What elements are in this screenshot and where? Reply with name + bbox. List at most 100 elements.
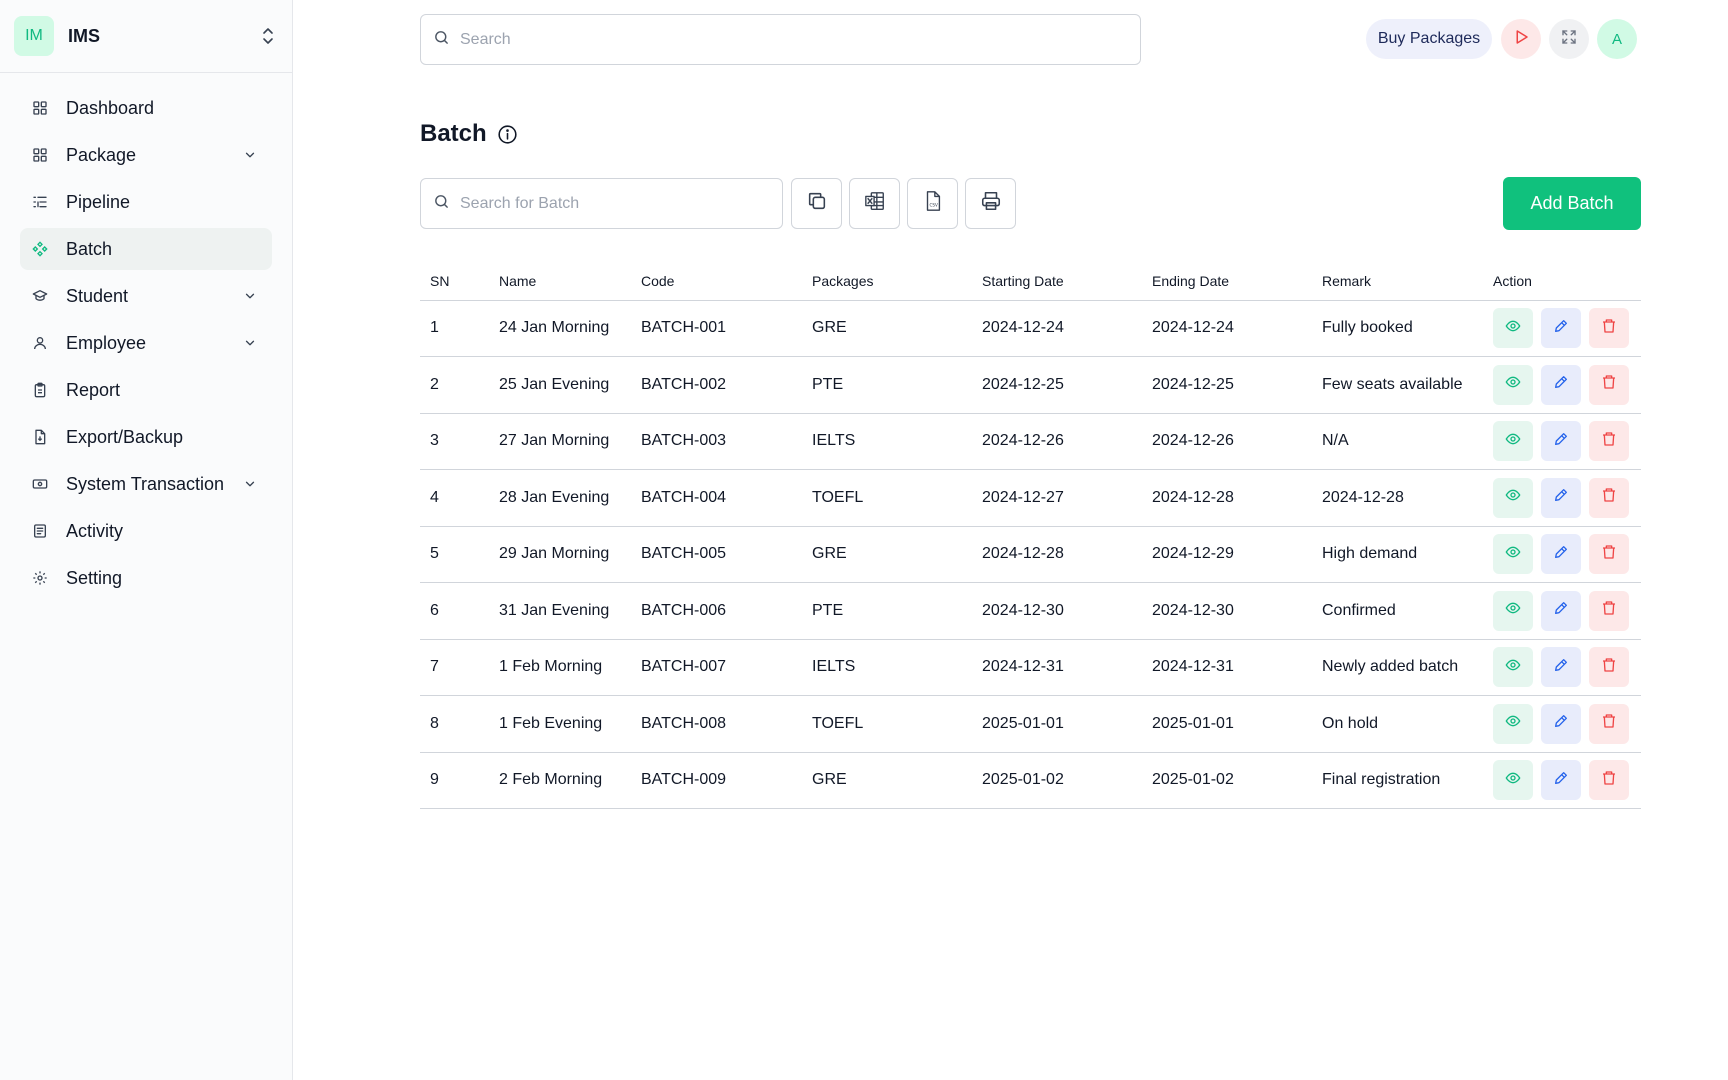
info-icon[interactable]	[497, 124, 518, 145]
global-search[interactable]	[420, 14, 1141, 65]
cell-name: 1 Feb Evening	[489, 695, 631, 753]
column-header: Packages	[802, 262, 972, 301]
cell-actions	[1483, 752, 1641, 809]
column-header: Action	[1483, 262, 1641, 301]
sidebar-item-student[interactable]: Student	[20, 275, 272, 317]
brand-switcher[interactable]: IM IMS	[0, 0, 292, 73]
view-button[interactable]	[1493, 760, 1533, 801]
cell-name: 2 Feb Morning	[489, 752, 631, 809]
view-button[interactable]	[1493, 477, 1533, 518]
sidebar-item-export-backup[interactable]: Export/Backup	[20, 416, 272, 458]
cell-package: GRE	[802, 300, 972, 357]
pencil-icon	[1553, 544, 1569, 565]
edit-button[interactable]	[1541, 760, 1581, 801]
edit-button[interactable]	[1541, 308, 1581, 349]
cell-start-date: 2024-12-24	[972, 300, 1142, 357]
cell-end-date: 2024-12-26	[1142, 413, 1312, 470]
cell-code: BATCH-009	[631, 752, 802, 809]
chevron-down-icon[interactable]	[242, 476, 258, 492]
chevron-down-icon[interactable]	[242, 147, 258, 163]
sidebar-item-setting[interactable]: Setting	[20, 557, 272, 599]
global-search-input[interactable]	[460, 30, 1128, 49]
sidebar-item-employee[interactable]: Employee	[20, 322, 272, 364]
edit-button[interactable]	[1541, 364, 1581, 405]
user-icon	[32, 335, 48, 351]
copy-button[interactable]	[791, 178, 842, 229]
export-excel-button[interactable]	[849, 178, 900, 229]
edit-button[interactable]	[1541, 703, 1581, 744]
edit-button[interactable]	[1541, 534, 1581, 575]
add-batch-button[interactable]: Add Batch	[1503, 177, 1641, 230]
batch-search-input[interactable]	[460, 194, 770, 213]
cell-end-date: 2025-01-01	[1142, 695, 1312, 753]
delete-button[interactable]	[1589, 308, 1629, 349]
brand-logo: IM	[14, 16, 54, 56]
buy-packages-button[interactable]: Buy Packages	[1366, 19, 1492, 59]
sidebar-item-label: Student	[66, 285, 129, 306]
eye-icon	[1505, 318, 1521, 339]
eye-icon	[1505, 374, 1521, 395]
column-header: Code	[631, 262, 802, 301]
pencil-icon	[1553, 318, 1569, 339]
edit-button[interactable]	[1541, 590, 1581, 631]
cell-end-date: 2024-12-29	[1142, 526, 1312, 583]
pencil-icon	[1553, 431, 1569, 452]
chevrons-up-down-icon[interactable]	[260, 26, 276, 46]
sidebar-item-label: Employee	[66, 332, 147, 353]
view-button[interactable]	[1493, 647, 1533, 688]
view-button[interactable]	[1493, 534, 1533, 575]
pencil-icon	[1553, 657, 1569, 678]
view-button[interactable]	[1493, 703, 1533, 744]
sidebar-item-activity[interactable]: Activity	[20, 510, 272, 552]
edit-button[interactable]	[1541, 477, 1581, 518]
chevron-down-icon[interactable]	[242, 335, 258, 351]
export-csv-button[interactable]: CSV	[907, 178, 958, 229]
chevron-down-icon[interactable]	[242, 288, 258, 304]
sidebar-item-batch[interactable]: Batch	[20, 228, 272, 270]
activity-log-icon	[32, 523, 48, 539]
cell-sn: 6	[420, 582, 489, 640]
file-export-icon	[32, 429, 48, 445]
delete-button[interactable]	[1589, 703, 1629, 744]
page-title: Batch	[420, 120, 487, 147]
play-button[interactable]	[1501, 19, 1541, 59]
sidebar-item-report[interactable]: Report	[20, 369, 272, 411]
user-avatar[interactable]: A	[1597, 19, 1637, 59]
delete-button[interactable]	[1589, 647, 1629, 688]
batch-search[interactable]	[420, 178, 783, 229]
cell-code: BATCH-007	[631, 639, 802, 696]
delete-button[interactable]	[1589, 534, 1629, 575]
cell-sn: 7	[420, 639, 489, 696]
sidebar-item-pipeline[interactable]: Pipeline	[20, 181, 272, 223]
cell-actions	[1483, 582, 1641, 640]
sidebar-item-package[interactable]: Package	[20, 134, 272, 176]
cell-package: IELTS	[802, 413, 972, 470]
sidebar-item-label: System Transaction	[66, 473, 225, 494]
delete-button[interactable]	[1589, 421, 1629, 462]
sidebar-item-system-transaction[interactable]: System Transaction	[20, 463, 272, 505]
cell-sn: 3	[420, 413, 489, 470]
svg-text:CSV: CSV	[929, 203, 937, 208]
cell-sn: 9	[420, 752, 489, 809]
cell-remark: Confirmed	[1312, 582, 1483, 640]
view-button[interactable]	[1493, 421, 1533, 462]
pencil-icon	[1553, 770, 1569, 791]
cell-package: TOEFL	[802, 695, 972, 753]
sidebar-item-dashboard[interactable]: Dashboard	[20, 87, 272, 129]
cell-remark: Few seats available	[1312, 356, 1483, 414]
view-button[interactable]	[1493, 308, 1533, 349]
delete-button[interactable]	[1589, 364, 1629, 405]
sidebar-item-label: Export/Backup	[66, 426, 184, 447]
edit-button[interactable]	[1541, 647, 1581, 688]
delete-button[interactable]	[1589, 590, 1629, 631]
fullscreen-button[interactable]	[1549, 19, 1589, 59]
delete-button[interactable]	[1589, 477, 1629, 518]
column-header: Starting Date	[972, 262, 1142, 301]
delete-button[interactable]	[1589, 760, 1629, 801]
edit-button[interactable]	[1541, 421, 1581, 462]
print-button[interactable]	[965, 178, 1016, 229]
cell-name: 31 Jan Evening	[489, 582, 631, 640]
view-button[interactable]	[1493, 590, 1533, 631]
view-button[interactable]	[1493, 364, 1533, 405]
cell-actions	[1483, 356, 1641, 414]
